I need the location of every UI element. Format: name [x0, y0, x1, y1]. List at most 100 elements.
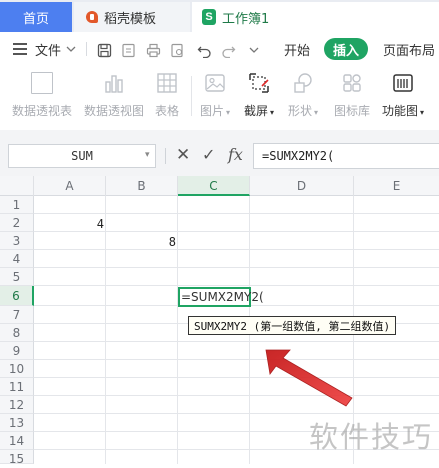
cancel-formula-icon[interactable]: ✕ [176, 145, 190, 165]
shapes-icon [292, 72, 314, 94]
row-header-15[interactable]: 15 [0, 450, 34, 466]
cell-b3[interactable]: 8 [106, 233, 176, 251]
ribbon-divider [191, 76, 192, 116]
row-header-2[interactable]: 2 [0, 214, 34, 232]
row-header-12[interactable]: 12 [0, 396, 34, 414]
watermark: 软件技巧 [309, 420, 434, 454]
tab-home[interactable]: 首页 [0, 2, 72, 32]
hamburger-menu-icon[interactable] [13, 43, 27, 55]
grid-line [34, 285, 439, 286]
column-header-b[interactable]: B [106, 176, 178, 196]
row-header-5[interactable]: 5 [0, 268, 34, 286]
row-header-3[interactable]: 3 [0, 232, 34, 250]
icon-library-icon [341, 72, 363, 94]
name-box-value: SUM [71, 149, 93, 163]
toolbar-divider [86, 42, 87, 56]
grid-line [34, 249, 439, 250]
menu-tab-start[interactable]: 开始 [284, 32, 310, 66]
icon-library-button[interactable]: 图标库 [334, 72, 370, 119]
screenshot-label: 截屏 [244, 104, 269, 118]
grid-line [34, 213, 439, 214]
function-chart-button[interactable]: 功能图 ▾ [382, 72, 424, 119]
select-all-corner[interactable] [0, 176, 34, 196]
row-header-11[interactable]: 11 [0, 378, 34, 396]
pivot-table-button[interactable]: 数据透视表 [12, 72, 72, 119]
menu-tab-insert[interactable]: 插入 [324, 38, 368, 60]
column-header-a[interactable]: A [34, 176, 106, 196]
shapes-label: 形状 [288, 104, 313, 118]
function-chart-label: 功能图 [382, 104, 419, 118]
file-menu[interactable]: 文件 [35, 32, 61, 66]
print-preview-icon[interactable] [169, 42, 185, 58]
tab-home-label: 首页 [22, 11, 49, 27]
save-icon[interactable] [96, 42, 112, 58]
tab-bar: 首页 稻壳模板 S 工作簿1 [0, 0, 439, 32]
table-label: 表格 [155, 104, 180, 118]
grid-line [34, 395, 439, 396]
pivot-chart-button[interactable]: 数据透视图 [84, 72, 144, 119]
function-syntax-text: SUMX2MY2 (第一组数值, 第二组数值) [194, 319, 391, 333]
file-menu-label: 文件 [35, 43, 62, 59]
grid-line [34, 341, 439, 342]
grid-line [34, 359, 439, 360]
pivot-chart-label: 数据透视图 [84, 104, 145, 118]
tab-docer-label: 稻壳模板 [104, 11, 157, 27]
row-header-4[interactable]: 4 [0, 250, 34, 268]
name-box-dropdown-icon[interactable]: ▾ [145, 150, 150, 160]
menu-tab-page-layout[interactable]: 页面布局 [383, 32, 435, 66]
ribbon-insert: 数据透视表 数据透视图 表格 图片 ▾ 截屏 ▾ 形状 ▾ 图标库 功能图 ▾ [0, 66, 439, 131]
print-icon[interactable] [145, 42, 161, 58]
formula-text: =SUMX2MY2( [262, 149, 335, 163]
screenshot-button[interactable]: 截屏 ▾ [244, 72, 274, 119]
grid-line [34, 267, 439, 268]
column-header-c[interactable]: C [178, 176, 250, 196]
confirm-formula-icon[interactable]: ✓ [202, 145, 215, 164]
row-header-10[interactable]: 10 [0, 360, 34, 378]
tab-docer-templates[interactable]: 稻壳模板 [74, 2, 190, 32]
row-header-6[interactable]: 6 [0, 286, 34, 306]
chevron-down-icon[interactable] [66, 32, 76, 66]
row-header-9[interactable]: 9 [0, 342, 34, 360]
name-box[interactable]: SUM [8, 144, 156, 168]
function-chart-icon [392, 72, 414, 94]
column-headers: A B C D E [0, 176, 439, 196]
menu-tab-start-label: 开始 [284, 43, 311, 59]
docer-logo-icon [86, 11, 98, 23]
icon-library-label: 图标库 [334, 104, 371, 118]
tab-workbook[interactable]: S 工作簿1 [192, 2, 439, 32]
menu-tab-insert-label: 插入 [332, 43, 359, 59]
insert-function-icon[interactable]: fx [228, 145, 243, 164]
pivot-table-label: 数据透视表 [12, 104, 73, 118]
export-pdf-icon[interactable] [120, 42, 136, 58]
column-header-d[interactable]: D [250, 176, 354, 196]
table-button[interactable]: 表格 [155, 72, 179, 119]
quick-access-chevron-icon[interactable] [246, 42, 262, 58]
row-header-13[interactable]: 13 [0, 414, 34, 432]
picture-button[interactable]: 图片 ▾ [200, 72, 230, 119]
pivot-chart-icon [103, 72, 125, 94]
grid-line [34, 377, 439, 378]
pivot-table-icon [31, 72, 53, 94]
row-header-8[interactable]: 8 [0, 324, 34, 342]
formula-input[interactable]: =SUMX2MY2( [253, 143, 439, 169]
screenshot-icon [248, 72, 270, 94]
picture-label: 图片 [200, 104, 225, 118]
row-header-1[interactable]: 1 [0, 196, 34, 214]
grid-line [177, 196, 178, 464]
table-icon [156, 72, 178, 94]
row-header-7[interactable]: 7 [0, 306, 34, 324]
column-header-e[interactable]: E [354, 176, 439, 196]
function-syntax-tooltip: SUMX2MY2 (第一组数值, 第二组数值) [188, 316, 397, 335]
undo-icon[interactable] [196, 42, 212, 58]
row-header-14[interactable]: 14 [0, 432, 34, 450]
redo-icon[interactable] [220, 42, 236, 58]
menu-row: 文件 开始 插入 页面布局 [0, 32, 439, 67]
picture-icon [204, 72, 226, 94]
shapes-button[interactable]: 形状 ▾ [288, 72, 318, 119]
cell-c6-value: =SUMX2MY2( [181, 290, 264, 304]
formula-bar-divider [165, 148, 166, 164]
spreadsheet-icon: S [202, 9, 216, 25]
menu-tab-page-layout-label: 页面布局 [383, 43, 436, 59]
cell-c6-active[interactable]: =SUMX2MY2( [178, 287, 264, 307]
cell-a2[interactable]: 4 [34, 215, 104, 233]
